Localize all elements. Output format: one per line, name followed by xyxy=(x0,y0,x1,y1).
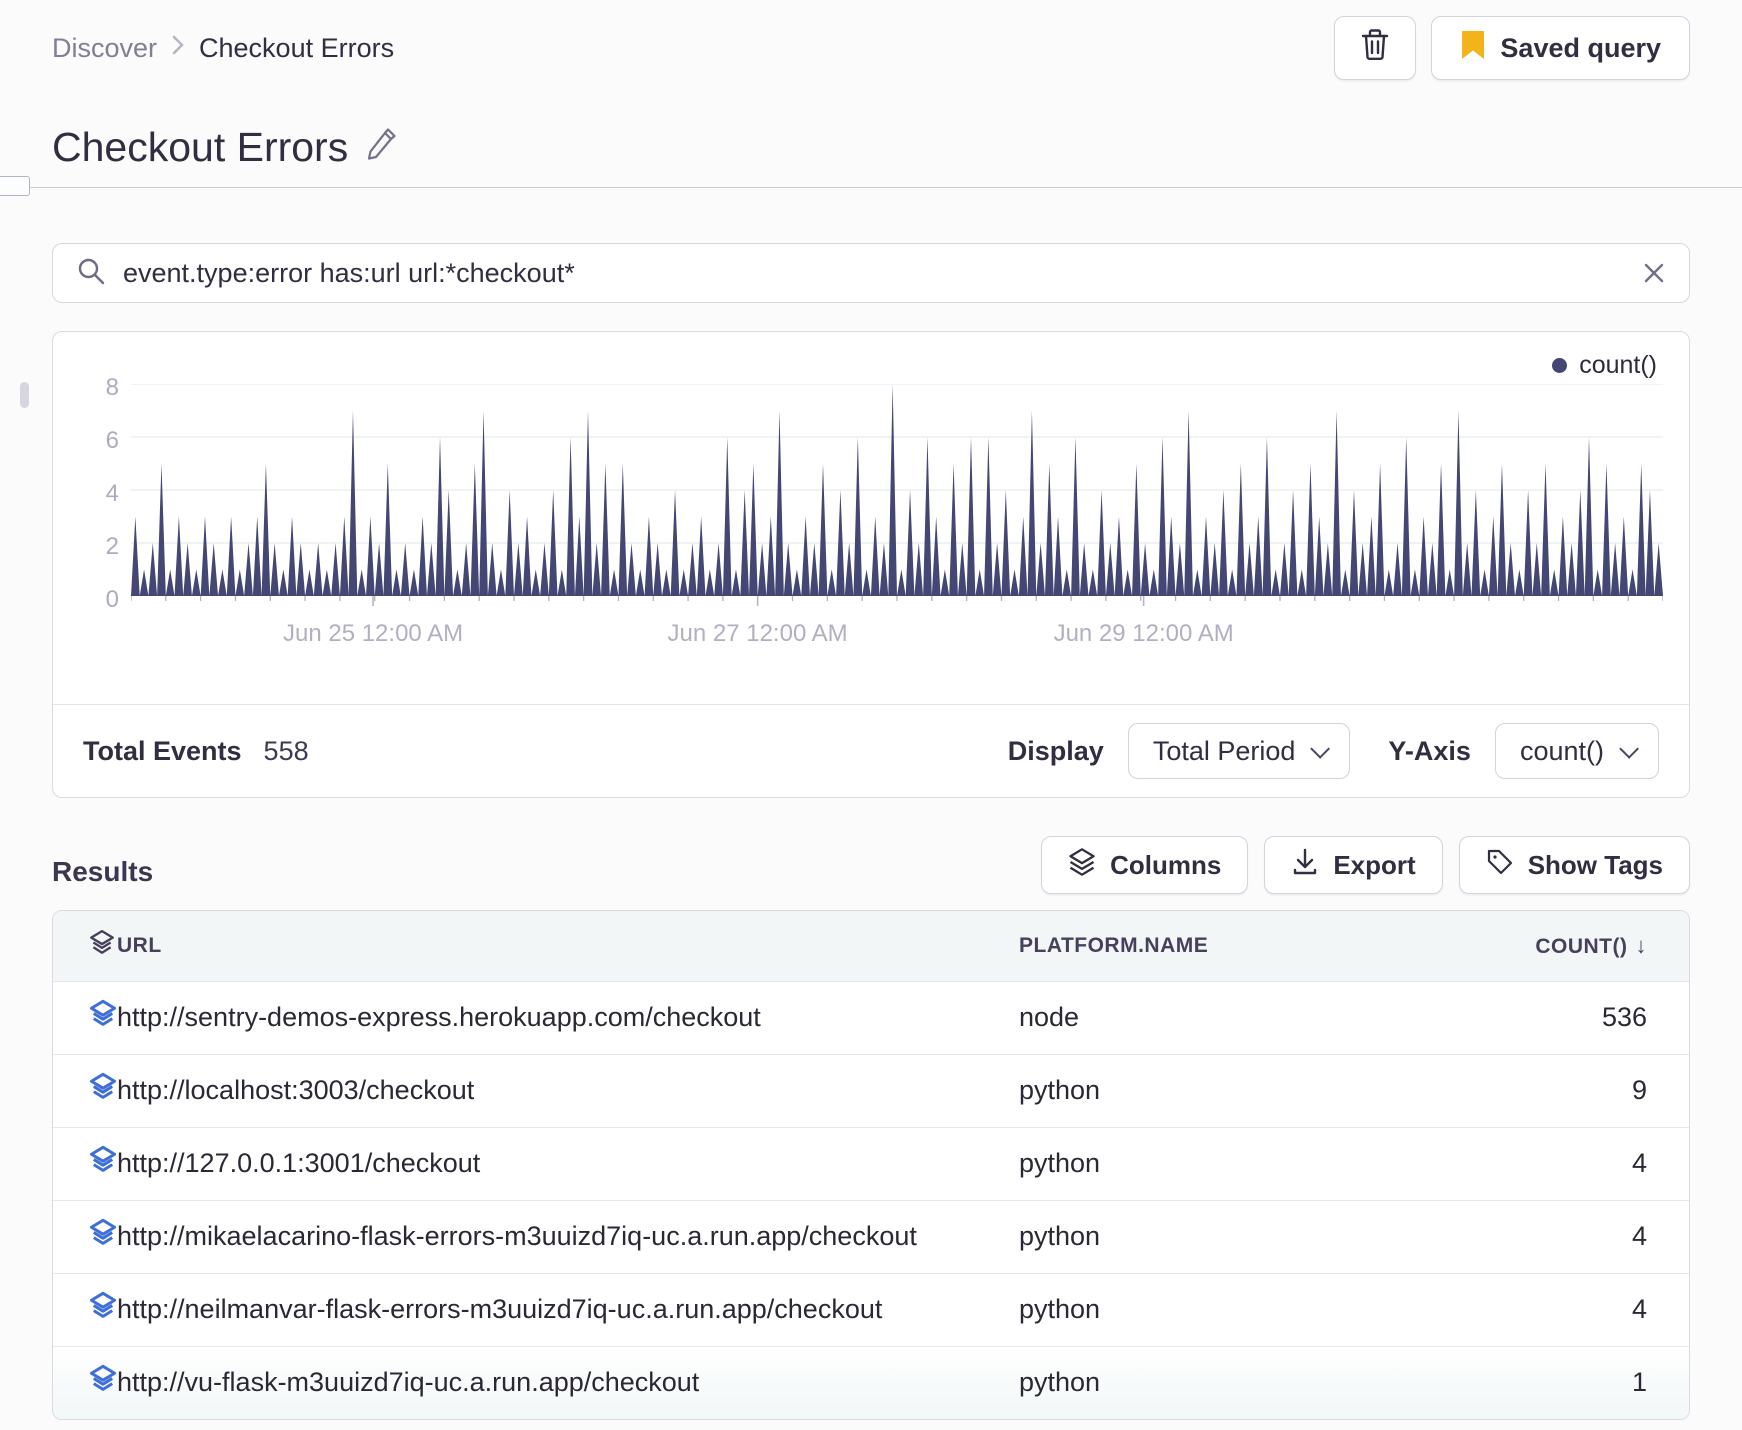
layers-icon xyxy=(1068,847,1096,884)
row-url[interactable]: http://127.0.0.1:3001/checkout xyxy=(117,1126,1019,1200)
table-row[interactable]: http://mikaelacarino-flask-errors-m3uuiz… xyxy=(53,1199,1689,1273)
row-url[interactable]: http://vu-flask-m3uuizd7iq-uc.a.run.app/… xyxy=(117,1345,1019,1419)
y-axis-tick: 4 xyxy=(105,480,119,507)
bar-chart xyxy=(131,384,1663,606)
chart-plot[interactable] xyxy=(131,384,1663,610)
row-count: 536 xyxy=(1449,980,1689,1054)
row-count: 4 xyxy=(1449,1272,1689,1346)
chart-footer: Total Events 558 Display Total Period Y-… xyxy=(53,704,1689,797)
page-title: Checkout Errors xyxy=(52,124,349,170)
columns-button[interactable]: Columns xyxy=(1041,836,1249,894)
row-platform: python xyxy=(1019,1199,1449,1273)
yaxis-value: count() xyxy=(1519,735,1604,766)
row-platform: python xyxy=(1019,1126,1449,1200)
table-row[interactable]: http://vu-flask-m3uuizd7iq-uc.a.run.app/… xyxy=(53,1345,1689,1419)
row-count: 4 xyxy=(1449,1199,1689,1273)
yaxis-dropdown[interactable]: count() xyxy=(1494,723,1659,779)
row-platform: node xyxy=(1019,980,1449,1054)
show-tags-label: Show Tags xyxy=(1527,849,1663,880)
table-row[interactable]: http://127.0.0.1:3001/checkout python 4 xyxy=(53,1126,1689,1200)
bookmark-icon xyxy=(1460,29,1486,68)
row-stack-icon-cell[interactable] xyxy=(53,1126,117,1200)
clear-search-icon[interactable] xyxy=(1643,262,1665,284)
export-label: Export xyxy=(1333,849,1416,880)
y-axis-tick: 8 xyxy=(105,374,119,401)
column-header-url[interactable]: URL xyxy=(117,911,1019,981)
sort-desc-icon: ↓ xyxy=(1635,932,1647,958)
x-axis-tick: Jun 27 12:00 AM xyxy=(667,620,848,647)
row-count: 1 xyxy=(1449,1345,1689,1419)
row-platform: python xyxy=(1019,1345,1449,1419)
edit-pencil-icon[interactable] xyxy=(364,127,398,168)
tag-icon xyxy=(1486,847,1514,884)
table-row[interactable]: http://sentry-demos-express.herokuapp.co… xyxy=(53,980,1689,1054)
chevron-down-icon xyxy=(1619,738,1640,759)
download-icon xyxy=(1291,847,1319,884)
side-scroll-pill[interactable] xyxy=(20,382,29,408)
results-table-panel: URL PLATFORM.NAME COUNT() ↓ http://sentry… xyxy=(52,910,1690,1420)
row-url[interactable]: http://neilmanvar-flask-errors-m3uuizd7i… xyxy=(117,1272,1019,1346)
row-platform: python xyxy=(1019,1272,1449,1346)
row-count: 9 xyxy=(1449,1053,1689,1127)
table-header-row: URL PLATFORM.NAME COUNT() ↓ xyxy=(53,911,1689,981)
breadcrumb-discover[interactable]: Discover xyxy=(52,33,157,64)
events-chart-panel: count() 0 2 4 6 8 Jun 25 12:00 AM Jun 27 12:0… xyxy=(52,331,1690,798)
search-input[interactable] xyxy=(123,257,1625,289)
display-label: Display xyxy=(1007,735,1104,766)
chart-x-axis: Jun 25 12:00 AM Jun 27 12:00 AM Jun 29 12:… xyxy=(131,612,1663,652)
results-table: URL PLATFORM.NAME COUNT() ↓ http://sentry… xyxy=(53,911,1689,1419)
row-stack-icon-cell[interactable] xyxy=(53,1272,117,1346)
column-header-count[interactable]: COUNT() ↓ xyxy=(1449,911,1689,981)
show-tags-button[interactable]: Show Tags xyxy=(1458,836,1690,894)
y-axis-tick: 0 xyxy=(105,586,119,613)
row-url[interactable]: http://sentry-demos-express.herokuapp.co… xyxy=(117,980,1019,1054)
x-axis-tick: Jun 25 12:00 AM xyxy=(282,620,464,647)
divider-drag-handle[interactable] xyxy=(0,176,30,196)
chevron-down-icon xyxy=(1310,738,1331,759)
total-events-label: Total Events xyxy=(83,735,242,766)
delete-query-button[interactable] xyxy=(1334,16,1417,80)
trash-icon xyxy=(1359,28,1391,69)
legend-dot-icon xyxy=(1552,357,1568,373)
y-axis-tick: 2 xyxy=(105,533,119,560)
row-url[interactable]: http://localhost:3003/checkout xyxy=(117,1053,1019,1127)
saved-query-button[interactable]: Saved query xyxy=(1431,16,1690,80)
top-bar: Discover Checkout Errors Saved query xyxy=(52,16,1690,80)
search-icon xyxy=(77,257,105,290)
column-header-platform[interactable]: PLATFORM.NAME xyxy=(1019,911,1449,981)
total-events-value: 558 xyxy=(263,735,309,766)
columns-label: Columns xyxy=(1110,849,1222,880)
table-row[interactable]: http://localhost:3003/checkout python 9 xyxy=(53,1053,1689,1127)
row-count: 4 xyxy=(1449,1126,1689,1200)
row-stack-icon-cell[interactable] xyxy=(53,1345,117,1419)
legend-label: count() xyxy=(1579,350,1657,379)
yaxis-label: Y-Axis xyxy=(1388,735,1471,766)
display-dropdown[interactable]: Total Period xyxy=(1127,723,1351,779)
chart-legend[interactable]: count() xyxy=(79,350,1657,380)
y-axis-tick: 6 xyxy=(105,427,119,454)
x-axis-tick: Jun 29 12:00 AM xyxy=(1053,620,1234,647)
row-url[interactable]: http://mikaelacarino-flask-errors-m3uuiz… xyxy=(117,1199,1019,1273)
breadcrumb-current: Checkout Errors xyxy=(199,32,395,63)
search-bar[interactable] xyxy=(52,243,1690,303)
row-stack-icon-cell[interactable] xyxy=(53,980,117,1054)
chevron-right-icon xyxy=(171,33,185,64)
results-heading: Results xyxy=(52,856,154,887)
row-stack-icon-cell[interactable] xyxy=(53,1053,117,1127)
display-value: Total Period xyxy=(1152,735,1296,766)
row-platform: python xyxy=(1019,1053,1449,1127)
export-button[interactable]: Export xyxy=(1264,836,1443,894)
table-row[interactable]: http://neilmanvar-flask-errors-m3uuizd7i… xyxy=(53,1272,1689,1346)
saved-query-label: Saved query xyxy=(1500,32,1661,63)
chart-y-axis: 0 2 4 6 8 xyxy=(79,374,131,613)
header-stack-icon-cell[interactable] xyxy=(53,911,117,981)
row-stack-icon-cell[interactable] xyxy=(53,1199,117,1273)
breadcrumb: Discover Checkout Errors xyxy=(52,33,394,64)
